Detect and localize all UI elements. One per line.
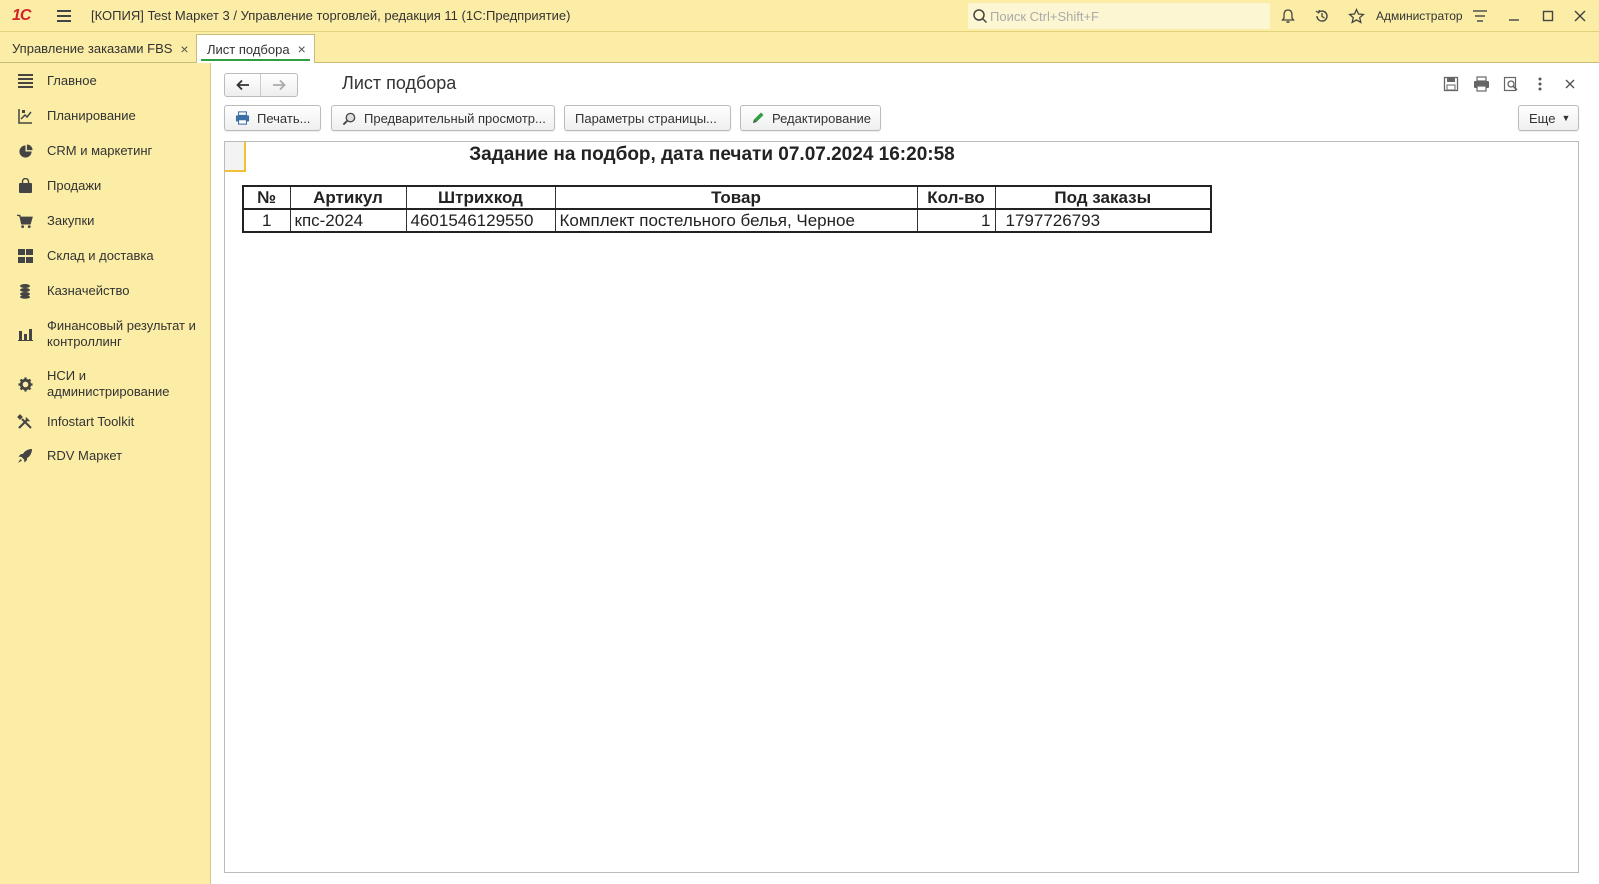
back-arrow-icon[interactable] <box>225 74 261 96</box>
maximize-icon[interactable] <box>1539 7 1557 25</box>
sidebar-item-label: НСИ и администрирование <box>47 368 170 399</box>
pie-chart-icon <box>17 143 33 159</box>
forward-arrow-icon[interactable] <box>261 74 297 96</box>
more-vertical-icon[interactable] <box>1531 75 1549 93</box>
sections-panel: Главное Планирование CRM и маркетинг Про… <box>0 63 211 884</box>
close-tab-icon[interactable]: × <box>180 42 188 56</box>
edit-button[interactable]: Редактирование <box>740 105 881 131</box>
chevron-down-icon: ▼ <box>1561 113 1571 123</box>
settings-lines-icon[interactable] <box>1471 7 1489 25</box>
column-header: Артикул <box>289 185 407 210</box>
sidebar-item-label: Планирование <box>47 108 136 123</box>
pick-list-table: № Артикул Штрихкод Товар Кол-во Под зака… <box>242 185 1212 233</box>
cell-number[interactable]: 1 <box>242 208 291 233</box>
preview-button-label: Предварительный просмотр... <box>364 110 546 126</box>
sidebar-item-label: Финансовый результат и контроллинг <box>47 318 196 349</box>
preview-icon[interactable] <box>1502 75 1520 93</box>
title-bar: 1С [КОПИЯ] Test Маркет 3 / Управление то… <box>0 0 1599 32</box>
cart-icon <box>17 213 33 229</box>
close-tab-icon[interactable]: × <box>298 42 306 56</box>
preview-button[interactable]: Предварительный просмотр... <box>331 105 555 131</box>
main-menu-icon[interactable] <box>57 10 71 22</box>
tab-label: Управление заказами FBS <box>12 41 173 56</box>
spreadsheet-document[interactable]: Задание на подбор, дата печати 07.07.202… <box>224 141 1579 873</box>
close-window-icon[interactable] <box>1571 7 1589 25</box>
tab-orders-fbs[interactable]: Управление заказами FBS × <box>2 34 198 63</box>
pencil-icon <box>751 111 765 125</box>
gear-icon <box>17 376 33 392</box>
window-title: [КОПИЯ] Test Маркет 3 / Управление торго… <box>91 8 571 23</box>
page-params-button[interactable]: Параметры страницы... <box>564 105 731 131</box>
tab-label: Лист подбора <box>207 41 290 57</box>
sidebar-item-label: RDV Маркет <box>47 448 123 463</box>
sidebar-item-label: CRM и маркетинг <box>47 143 153 158</box>
magnifier-icon <box>342 111 357 126</box>
search-input[interactable] <box>990 7 1260 25</box>
app-logo[interactable]: 1С <box>12 8 42 24</box>
column-header: Штрихкод <box>405 185 556 210</box>
save-icon[interactable] <box>1442 75 1460 93</box>
sidebar-item-label: Продажи <box>47 178 102 193</box>
table-row: 1 кпс-2024 4601546129550 Комплект постел… <box>242 208 1212 233</box>
print-button[interactable]: Печать... <box>224 105 321 131</box>
column-header: Под заказы <box>994 185 1212 210</box>
sidebar-item-label: Закупки <box>47 213 95 228</box>
menu-lines-icon <box>17 73 33 89</box>
shopping-bag-icon <box>17 178 33 194</box>
column-header: Кол-во <box>916 185 996 210</box>
sidebar-item-label: Главное <box>47 73 97 88</box>
print-icon[interactable] <box>1472 75 1490 93</box>
printer-icon <box>235 111 250 125</box>
more-button-label: Еще <box>1529 110 1556 126</box>
cell-quantity[interactable]: 1 <box>916 208 996 233</box>
document-heading: Задание на подбор, дата печати 07.07.202… <box>469 144 955 165</box>
sidebar-item-label: Infostart Toolkit <box>47 414 135 429</box>
bell-icon[interactable] <box>1279 7 1297 25</box>
coins-icon <box>17 283 33 299</box>
sidebar-item-label: Казначейство <box>47 283 130 298</box>
bar-chart-icon <box>17 326 33 342</box>
user-name[interactable]: Администратор <box>1376 9 1463 23</box>
open-windows-tabs: Управление заказами FBS × Лист подбора × <box>0 32 1599 63</box>
sidebar-item-label: Склад и доставка <box>47 248 154 263</box>
print-button-label: Печать... <box>257 110 311 126</box>
tab-pick-list[interactable]: Лист подбора × <box>196 34 315 63</box>
page-title: Лист подбора <box>342 73 457 93</box>
page-params-button-label: Параметры страницы... <box>575 110 717 126</box>
tools-icon <box>17 414 33 430</box>
search-icon <box>972 8 988 27</box>
cell-orders[interactable]: 1797726793 <box>994 208 1212 233</box>
history-navigation <box>224 73 298 97</box>
warehouse-grid-icon <box>17 248 33 264</box>
column-header: № <box>242 185 291 210</box>
global-search[interactable] <box>968 3 1270 29</box>
cell-barcode[interactable]: 4601546129550 <box>405 208 556 233</box>
star-icon[interactable] <box>1347 7 1365 25</box>
minimize-icon[interactable] <box>1505 7 1523 25</box>
planning-icon <box>17 108 33 124</box>
more-button[interactable]: Еще ▼ <box>1518 105 1579 131</box>
main-content: Лист подбора Печать... Предварительный п… <box>211 63 1599 884</box>
cell-article[interactable]: кпс-2024 <box>289 208 407 233</box>
table-header-row: № Артикул Штрихкод Товар Кол-во Под зака… <box>242 185 1212 210</box>
rocket-icon <box>17 448 33 464</box>
cell-product[interactable]: Комплект постельного белья, Черное <box>554 208 918 233</box>
edit-button-label: Редактирование <box>772 110 872 126</box>
close-form-icon[interactable] <box>1561 75 1579 93</box>
column-header: Товар <box>554 185 918 210</box>
history-icon[interactable] <box>1313 7 1331 25</box>
